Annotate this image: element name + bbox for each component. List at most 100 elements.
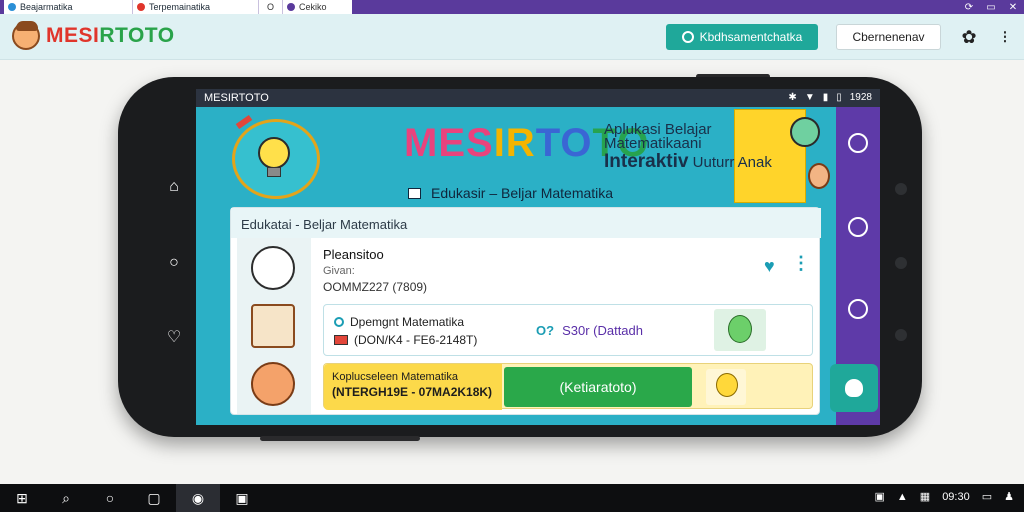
flag-icon: [334, 335, 348, 345]
row-code-text: (DON/K4 - FE6-2148T): [354, 333, 478, 347]
os-taskbar: ⊞ ⌕ ○ ▢ ◉ ▣ ▣ ▲ ▦ 09:30 ▭ ♟: [0, 484, 1024, 512]
back-icon[interactable]: ♡: [164, 327, 184, 347]
signal-icon: ▮: [822, 92, 829, 103]
camera-dot-icon: [895, 257, 907, 269]
shield-icon[interactable]: ▣: [874, 490, 884, 503]
status-time: 1928: [849, 92, 872, 103]
primary-action-label: Kbdhsamentchatka: [699, 30, 803, 44]
more-vertical-icon[interactable]: ⁝: [994, 26, 1016, 48]
chat-icon[interactable]: [848, 217, 868, 237]
start-icon[interactable]: ⊞: [0, 484, 44, 512]
browser-tab[interactable]: Terpemainatika: [132, 0, 258, 14]
hero-caption: Edukasir – Beljar Matematika: [408, 185, 613, 201]
window-controls: ⟳ ▭ ✕: [964, 0, 1018, 14]
tab-favicon-icon: [137, 3, 145, 11]
hero-title-part: TO: [535, 121, 593, 165]
compass-icon[interactable]: [251, 246, 295, 290]
browser-tab-strip: Beajarmatika Terpemainatika O Cekiko ⟳ ▭…: [0, 0, 1024, 14]
card-header: Edukatai - Beljar Matematika: [231, 208, 821, 238]
camera-dot-icon: [895, 329, 907, 341]
row-info: Koplucseleen Matematika (NTERGH19E - 07M…: [324, 364, 502, 410]
hero-subtitle-strong: Interaktiv: [604, 151, 689, 172]
row-title-text: Dpemgnt Matematika: [350, 315, 465, 329]
refresh-icon: [334, 317, 344, 327]
status-text: S30r (Dattadh: [562, 323, 643, 338]
lesson-row-highlight: Koplucseleen Matematika (NTERGH19E - 07M…: [323, 363, 813, 410]
primary-action-button[interactable]: Kbdhsamentchatka: [666, 24, 818, 50]
row-code: (DON/K4 - FE6-2148T): [334, 333, 477, 347]
secondary-action-button[interactable]: Cbernenenav: [836, 24, 941, 50]
card-sidebar: [237, 238, 311, 414]
hero-subtitle-line: Matematikaani: [604, 135, 702, 152]
row-info-line: Koplucseleen Matematika: [332, 371, 458, 383]
more-vertical-icon[interactable]: ⋮: [792, 253, 810, 274]
circle-icon[interactable]: [848, 133, 868, 153]
home-icon[interactable]: ⌂: [164, 178, 184, 196]
tab-label: O: [266, 2, 274, 12]
logo-text-part1: MESI: [46, 24, 100, 47]
tab-favicon-icon: [287, 3, 295, 11]
tab-label: Cekiko: [299, 2, 327, 12]
status-symbol: O?: [536, 323, 555, 338]
logo-text: MESIRTOTO: [46, 24, 175, 48]
phone-status-bar: MESIRTOTO ✱ ▼ ▮ ▯ 1928: [196, 89, 880, 107]
minimize-icon[interactable]: ▭: [986, 2, 996, 13]
hero-subtitle: Aplukasi Belajar Matematikaani Interakti…: [604, 122, 814, 173]
circle-nav-icon[interactable]: ○: [164, 254, 184, 272]
lesson-row[interactable]: Dpemgnt Matematika (DON/K4 - FE6-2148T) …: [323, 304, 813, 356]
network-icon[interactable]: ▦: [920, 490, 930, 503]
mascot-face-icon: [12, 21, 40, 50]
app-logo[interactable]: MESIRTOTO: [12, 21, 175, 50]
whiteboard-icon[interactable]: [251, 304, 295, 348]
search-icon[interactable]: ⌕: [44, 484, 88, 512]
app-taskbar-icon[interactable]: ▣: [220, 484, 264, 512]
lightbulb-base: [267, 167, 281, 177]
hero-caption-text: Edukasir – Beljar Matematika: [431, 185, 614, 201]
bluetooth-icon: ✱: [788, 92, 797, 103]
document-icon: [408, 187, 421, 199]
hero-subtitle-line: Uuturr Anak: [692, 154, 772, 171]
row-title: Dpemgnt Matematika: [334, 315, 464, 329]
warning-icon[interactable]: ▲: [897, 491, 908, 503]
task-view-icon[interactable]: ○: [88, 484, 132, 512]
floating-action-button[interactable]: [830, 364, 878, 412]
battery-icon: ▯: [836, 92, 842, 103]
person-icon[interactable]: ♟: [1004, 490, 1014, 503]
lesson-card: Edukatai - Beljar Matematika Pleansitoo …: [230, 207, 821, 415]
file-explorer-icon[interactable]: ▢: [132, 484, 176, 512]
close-icon[interactable]: ✕: [1008, 2, 1018, 13]
circle-icon: [681, 31, 694, 43]
app-header: MESIRTOTO Kbdhsamentchatka Cbernenenav ✿…: [0, 14, 1024, 60]
item-code: OOMMZ227 (7809): [323, 280, 428, 294]
row-info-code: (NTERGH19E - 07MA2K18K): [332, 385, 493, 399]
item-title: Pleansitoo: [323, 247, 384, 262]
clock[interactable]: 09:30: [942, 491, 970, 503]
browser-tab[interactable]: O: [258, 0, 282, 14]
balloon-icon: [714, 309, 766, 351]
start-lesson-button[interactable]: (Ketiaratoto): [504, 367, 692, 407]
tab-label: Beajarmatika: [20, 2, 73, 12]
hero-title-part: IR: [493, 121, 536, 165]
logo-text-part2: RTOTO: [99, 24, 175, 47]
wifi-icon: ▼: [804, 92, 815, 103]
gear-icon[interactable]: ✿: [958, 26, 980, 48]
system-tray: ▣ ▲ ▦ 09:30 ▭ ♟: [874, 490, 1014, 504]
item-subtitle: Givan:: [323, 265, 355, 277]
browser-tab[interactable]: Cekiko: [282, 0, 352, 14]
status-title: MESIRTOTO: [204, 92, 269, 104]
tab-label: Terpemainatika: [149, 2, 211, 12]
browser-tab[interactable]: Beajarmatika: [4, 0, 132, 14]
browser-taskbar-icon[interactable]: ◉: [176, 484, 220, 512]
phone-power-button: [260, 436, 420, 441]
status-icons: ✱ ▼ ▮ ▯ 1928: [788, 92, 872, 103]
refresh-icon[interactable]: ⟳: [964, 2, 974, 13]
hero-title-part: MES: [404, 121, 494, 165]
kid-avatar-icon[interactable]: [251, 362, 295, 406]
heart-icon[interactable]: [848, 299, 868, 319]
lightbulb-icon: [258, 137, 290, 169]
camera-dot-icon: [895, 183, 907, 195]
favorite-icon[interactable]: ♥: [764, 256, 775, 277]
tab-favicon-icon: [8, 3, 16, 11]
notification-icon[interactable]: ▭: [982, 490, 992, 503]
phone-screen: MESIRTOTO ✱ ▼ ▮ ▯ 1928 MESIRTOTO Aplukas…: [196, 89, 880, 425]
